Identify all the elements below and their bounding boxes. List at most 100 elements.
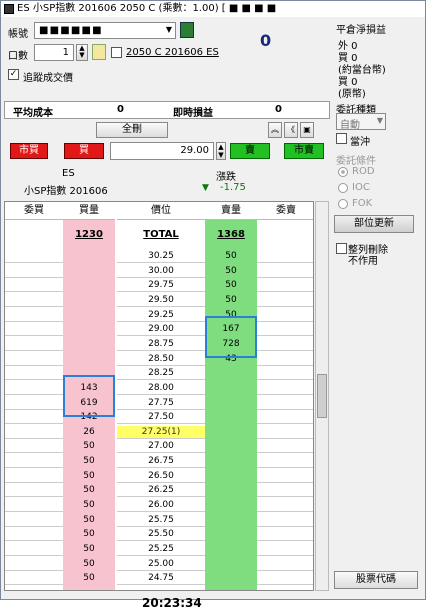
empty-order-cell[interactable] [5, 484, 63, 498]
empty-order-cell[interactable] [257, 323, 313, 337]
scroll-thumb[interactable] [317, 374, 327, 418]
change-value: -1.75 [220, 182, 246, 193]
stepper-arrows[interactable]: ▲ ▼ [76, 44, 88, 61]
price-cell: 27.00 [117, 440, 205, 454]
empty-order-cell[interactable] [257, 250, 313, 263]
price-cell: 25.75 [117, 514, 205, 527]
empty-order-cell[interactable] [257, 279, 313, 293]
empty-order-cell[interactable] [257, 353, 313, 366]
empty-order-cell[interactable] [5, 367, 63, 381]
delete-row-checkbox[interactable] [336, 243, 347, 254]
product-code[interactable]: 2050 C 201606 ES [126, 47, 219, 58]
empty-order-cell[interactable] [5, 411, 63, 425]
empty-order-cell[interactable] [5, 323, 63, 337]
sell-qty-cell [205, 440, 257, 453]
empty-order-cell[interactable] [5, 397, 63, 410]
empty-order-cell[interactable] [5, 470, 63, 483]
refresh-icon[interactable] [92, 44, 106, 60]
empty-order-cell[interactable] [257, 265, 313, 278]
buy-qty-cell: 50 [83, 500, 95, 511]
radio-rod[interactable] [338, 167, 348, 177]
empty-order-cell[interactable] [5, 528, 63, 542]
empty-order-cell[interactable] [5, 353, 63, 366]
quote-name: 小SP指數 201606 [24, 186, 108, 197]
radio-fok[interactable] [338, 199, 348, 209]
sell-qty-cell [205, 397, 257, 410]
empty-order-cell[interactable] [257, 558, 313, 571]
empty-order-cell[interactable] [5, 440, 63, 454]
header-buy-qty: 買量 [63, 202, 115, 220]
empty-order-cell[interactable] [5, 455, 63, 469]
empty-order-cell[interactable] [5, 572, 63, 586]
empty-order-cell[interactable] [257, 309, 313, 322]
empty-order-cell[interactable] [257, 484, 313, 498]
empty-order-cell[interactable] [5, 294, 63, 307]
empty-order-cell[interactable] [257, 397, 313, 410]
empty-order-cell[interactable] [5, 543, 63, 556]
radio-ioc[interactable] [338, 183, 348, 193]
empty-order-cell[interactable] [5, 279, 63, 293]
empty-order-cell[interactable] [5, 558, 63, 571]
ask-order-column[interactable]: 委賣 [257, 202, 313, 590]
empty-order-cell[interactable] [5, 426, 63, 439]
empty-order-cell[interactable] [257, 411, 313, 425]
page-icon[interactable]: ▣ [300, 122, 314, 138]
empty-order-cell[interactable] [5, 338, 63, 351]
account-select[interactable]: ■ ■ ■ ■ ■ ■ ▼ [34, 22, 176, 39]
daytrade-checkbox[interactable] [336, 133, 347, 144]
chevron-left-icon[interactable]: 《 [284, 122, 298, 138]
empty-order-cell[interactable] [257, 514, 313, 527]
buy-button[interactable]: 買 [64, 143, 104, 159]
price-stepper[interactable]: ▲ ▼ [216, 142, 226, 160]
sell-qty-cell [205, 499, 257, 512]
bid-order-column[interactable]: 委買 [5, 202, 63, 590]
empty-order-cell[interactable] [5, 499, 63, 513]
sell-qty-cell: 50 [225, 265, 237, 276]
empty-order-cell[interactable] [257, 470, 313, 483]
sell-qty-cell [205, 528, 257, 541]
sell-button[interactable]: 賣 [230, 143, 270, 159]
cancel-all-button[interactable]: 全刪 [96, 122, 168, 138]
empty-order-cell[interactable] [257, 572, 313, 586]
ask-highlight-box [205, 316, 257, 358]
ladder-scrollbar[interactable] [315, 201, 329, 591]
chevron-down-icon: ▼ [165, 25, 172, 34]
window-title: ES 小SP指數 201606 2050 C (乘數：1.00) [ ■ ■ ■… [17, 3, 277, 14]
empty-order-cell[interactable] [5, 265, 63, 278]
price-cell: 26.00 [117, 499, 205, 513]
price-cell: 25.50 [117, 528, 205, 542]
empty-order-cell[interactable] [257, 382, 313, 395]
empty-order-cell[interactable] [257, 440, 313, 454]
empty-order-cell[interactable] [257, 528, 313, 542]
empty-order-cell[interactable] [257, 367, 313, 381]
product-checkbox[interactable] [111, 47, 122, 58]
empty-order-cell[interactable] [5, 382, 63, 395]
empty-order-cell[interactable] [257, 426, 313, 439]
price-cell: 27.25(1) [117, 425, 205, 439]
quantity-stepper[interactable]: 1 [34, 44, 74, 61]
empty-order-cell[interactable] [5, 250, 63, 263]
empty-order-cell[interactable] [257, 499, 313, 513]
empty-order-cell[interactable] [257, 543, 313, 556]
empty-order-cell[interactable] [257, 338, 313, 351]
market-sell-button[interactable]: 市賣 [284, 143, 324, 159]
track-fill-label: 追蹤成交價 [23, 73, 73, 84]
market-buy-button[interactable]: 市買 [10, 143, 48, 159]
empty-order-cell[interactable] [5, 514, 63, 527]
order-type-select[interactable]: 自動 ▼ [336, 113, 386, 131]
track-fill-checkbox[interactable]: ✓ [8, 69, 19, 80]
bookmark-icon[interactable] [180, 22, 194, 38]
stock-code-button[interactable]: 股票代碼 [334, 571, 418, 589]
title-bar: ES 小SP指數 201606 2050 C (乘數：1.00) [ ■ ■ ■… [1, 1, 425, 17]
price-cell: 30.25 [117, 250, 205, 263]
empty-order-cell[interactable] [257, 294, 313, 307]
clock: 20:23:34 [142, 596, 202, 610]
empty-order-cell[interactable] [5, 309, 63, 322]
refresh-position-button[interactable]: 部位更新 [334, 215, 414, 233]
buy-qty-cell [63, 294, 115, 307]
buy-qty-cell [63, 309, 115, 322]
empty-order-cell[interactable] [257, 455, 313, 469]
chevron-up-icon[interactable]: ︽ [268, 122, 282, 138]
buy-qty-cell: 50 [83, 456, 95, 467]
price-input[interactable]: 29.00 [110, 142, 214, 160]
